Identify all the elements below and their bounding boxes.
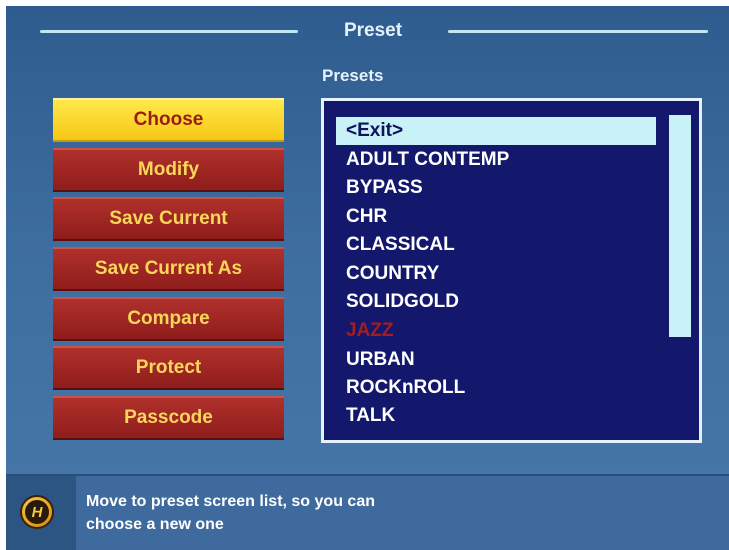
list-item-adult-contemp[interactable]: ADULT CONTEMP (336, 146, 656, 174)
save-current-button[interactable]: Save Current (53, 197, 284, 242)
help-text-line-1: Move to preset screen list, so you can (86, 493, 375, 510)
help-h-icon[interactable]: H (20, 495, 54, 529)
choose-button[interactable]: Choose (53, 98, 284, 142)
compare-button[interactable]: Compare (53, 296, 284, 341)
list-item-jazz: JAZZ (346, 320, 394, 341)
list-item-solidgold[interactable]: SOLIDGOLD (336, 288, 656, 316)
title-rule-left (40, 30, 298, 33)
passcode-button[interactable]: Passcode (53, 396, 284, 441)
help-bar: H Move to preset screen list, so you can… (6, 474, 729, 550)
help-icon-panel: H (6, 476, 76, 550)
list-item-rocknroll[interactable]: ROCKnROLL (336, 374, 656, 402)
preset-list: <Exit> ADULT CONTEMP BYPASS CHR CLASSICA… (321, 98, 702, 443)
list-item-exit[interactable]: <Exit> (336, 117, 656, 145)
list-scrollbar[interactable] (669, 115, 691, 337)
preset-menu: Choose Modify Save Current Save Current … (53, 98, 284, 446)
help-text-line-2: choose a new one (86, 516, 224, 533)
preset-screen: Preset Presets Choose Modify Save Curren… (6, 6, 729, 550)
title-rule-right (448, 30, 708, 33)
list-item-talk[interactable]: TALK (336, 402, 656, 430)
list-item-chr[interactable]: CHR (336, 203, 656, 231)
list-item-classical[interactable]: CLASSICAL (336, 231, 656, 259)
page-title: Preset (343, 20, 403, 41)
list-item-urban[interactable]: URBAN (336, 346, 656, 374)
protect-button[interactable]: Protect (53, 346, 284, 391)
list-item-country[interactable]: COUNTRY (336, 260, 656, 288)
save-current-as-button[interactable]: Save Current As (53, 247, 284, 292)
modify-button[interactable]: Modify (53, 147, 284, 192)
list-item-bypass[interactable]: BYPASS (336, 174, 656, 202)
help-text: Move to preset screen list, so you can c… (86, 490, 686, 536)
help-h-glyph: H (25, 500, 49, 524)
presets-label: Presets (322, 66, 384, 85)
